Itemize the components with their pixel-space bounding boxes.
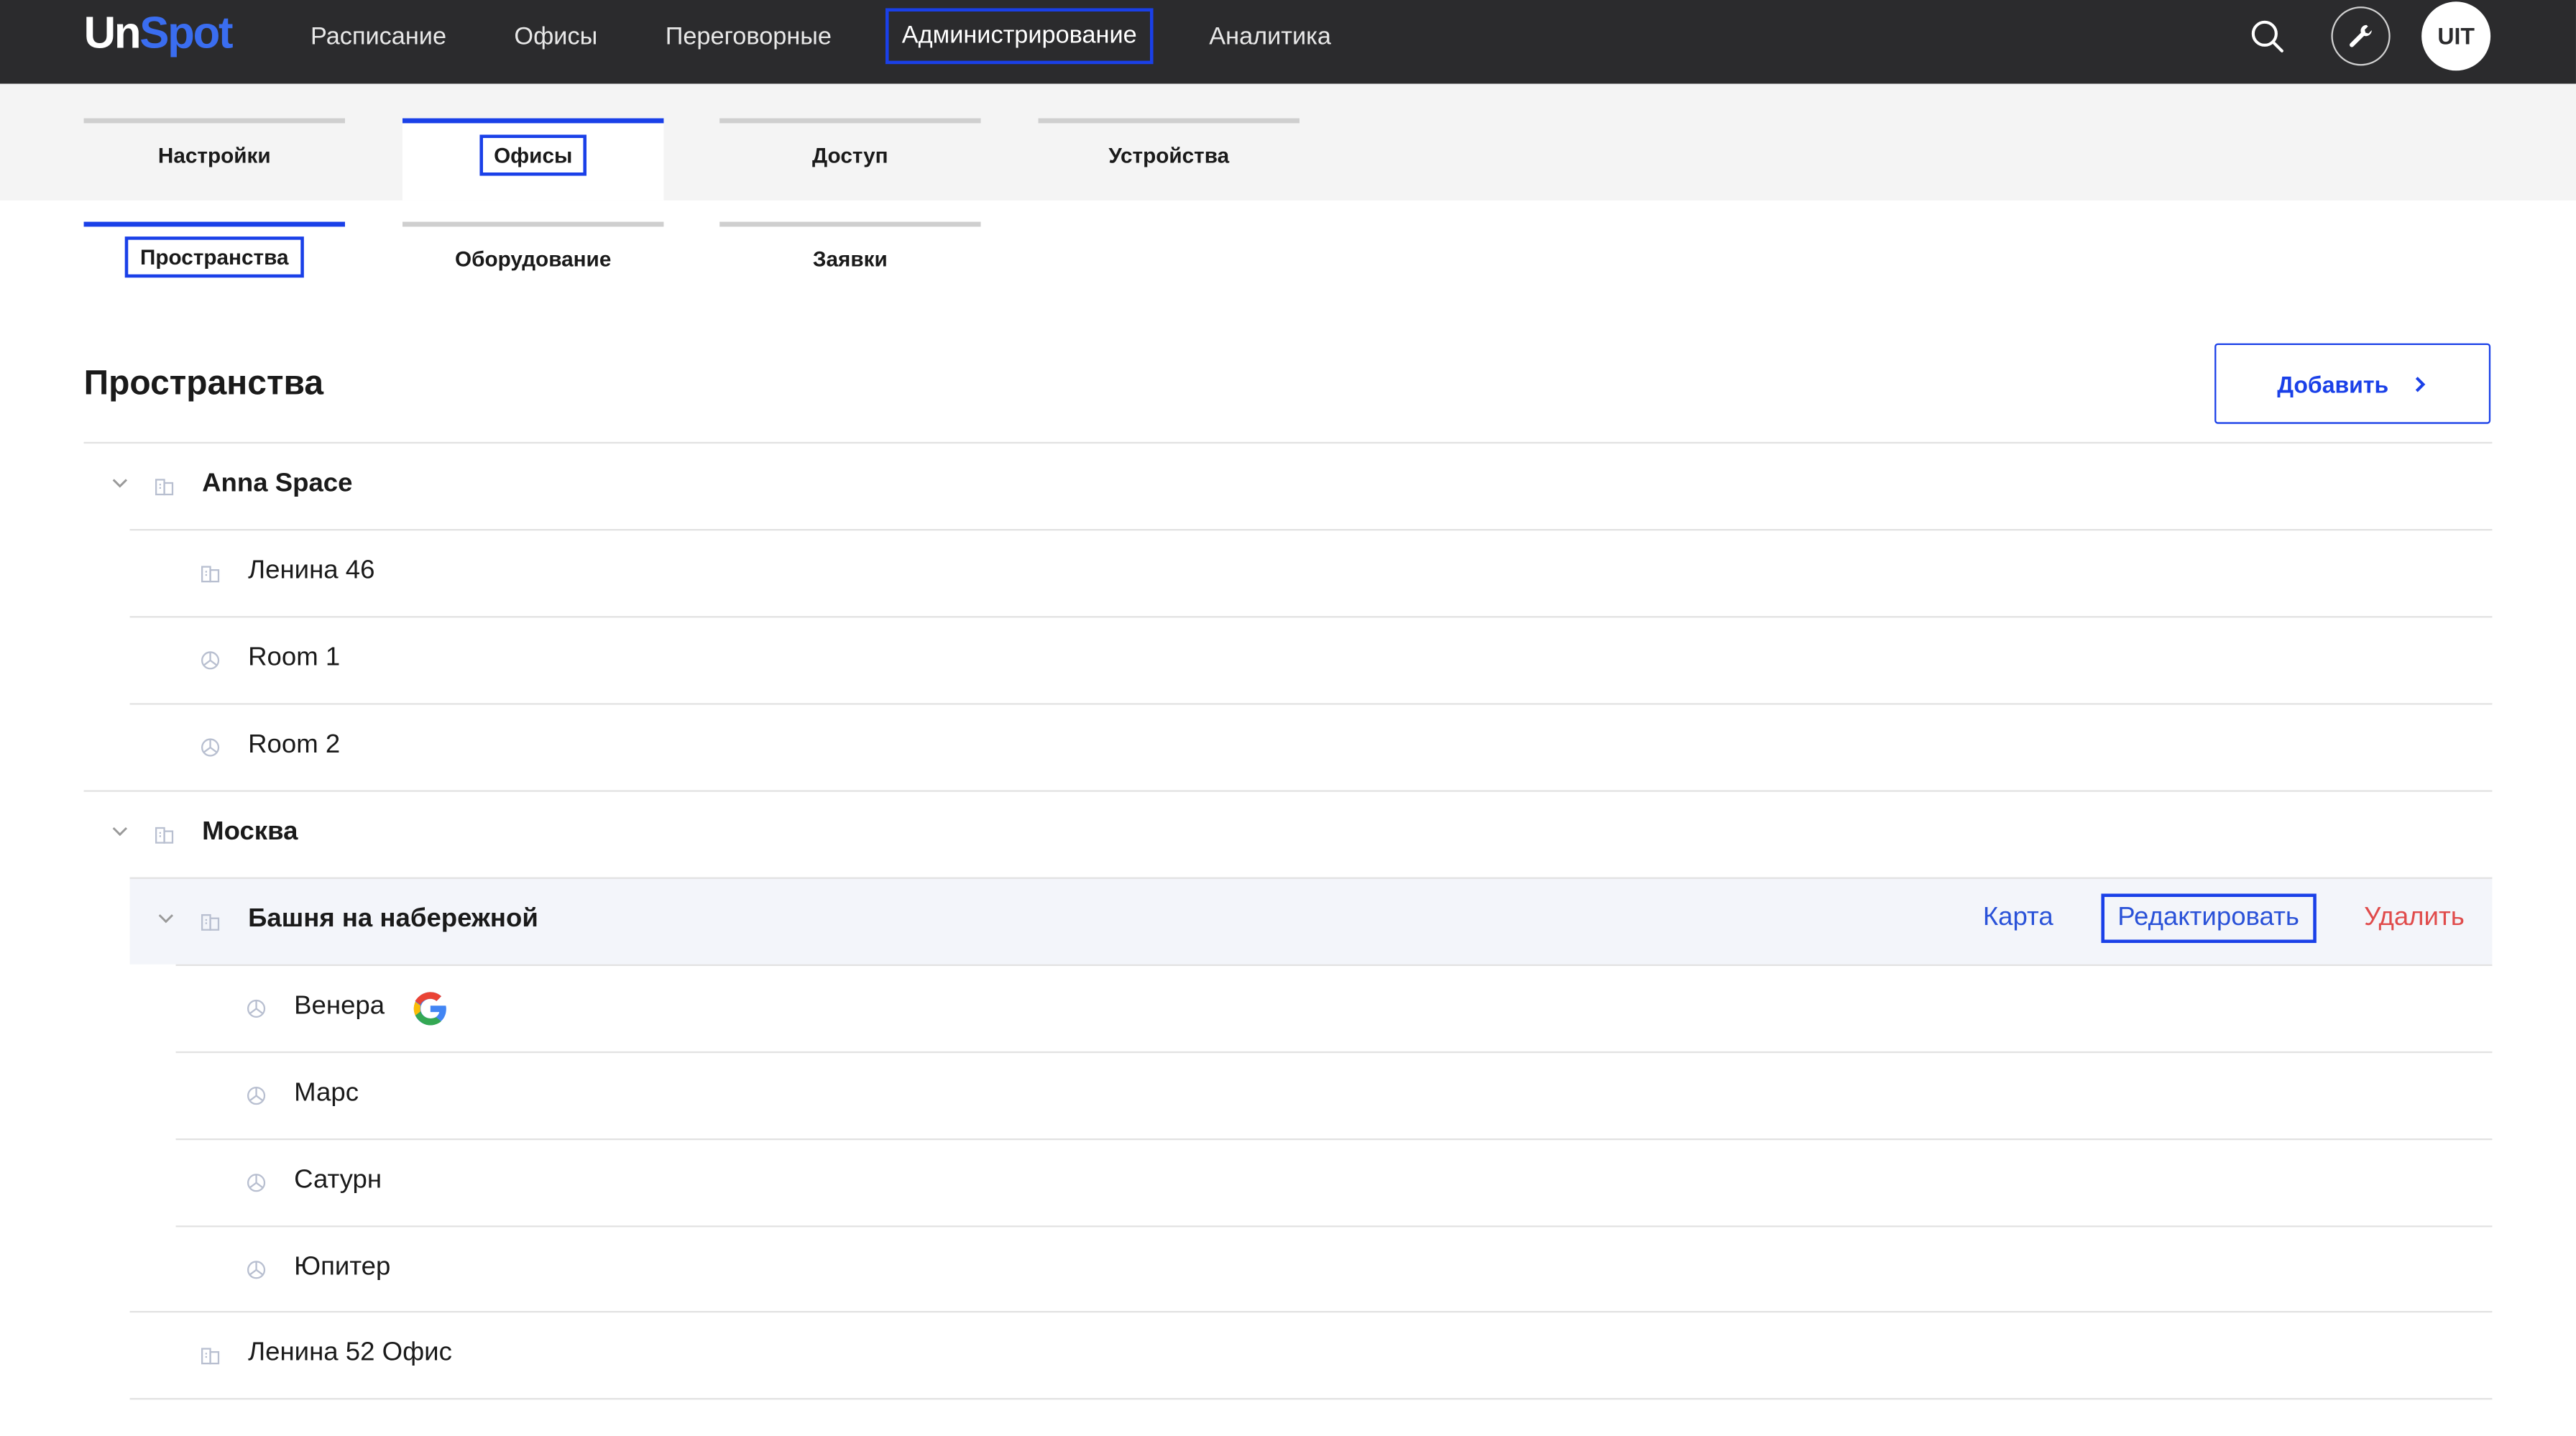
nav-schedule[interactable]: Расписание (310, 23, 446, 51)
tree-label: Ленина 52 Офис (248, 1338, 452, 1367)
room-icon (247, 1086, 266, 1105)
subtab-equipment-label: Оборудование (455, 246, 612, 272)
tab-offices-label: Офисы (479, 134, 587, 176)
tree-row[interactable]: Room 2 (129, 703, 2493, 790)
tab-devices[interactable]: Устройства (1038, 118, 1300, 201)
chevron-right-icon (2415, 376, 2426, 392)
nav-offices[interactable]: Офисы (514, 23, 597, 51)
nav-analytics[interactable]: Аналитика (1209, 23, 1331, 51)
room-icon (247, 999, 266, 1018)
tree-row[interactable]: Сатурн (175, 1138, 2493, 1225)
google-icon (413, 992, 446, 1026)
room-icon (247, 1261, 266, 1279)
tree-row[interactable]: Москва (83, 790, 2493, 877)
chevron-down-icon[interactable] (111, 475, 128, 492)
tab-access[interactable]: Доступ (719, 118, 981, 201)
nav-administration-label: Администрирование (901, 21, 1137, 50)
tree-row[interactable]: Anna Space (83, 441, 2493, 529)
tree-label: Марс (294, 1079, 359, 1108)
tree-label: Башня на набережной (248, 905, 538, 934)
building-icon (155, 827, 174, 844)
tree-label: Room 1 (248, 643, 341, 672)
building-icon (155, 479, 174, 496)
room-icon (201, 651, 220, 670)
tab-devices-label: Устройства (1108, 142, 1230, 168)
tab-offices[interactable]: Офисы (402, 118, 664, 201)
tree-row[interactable]: Ленина 46 (129, 528, 2493, 616)
subtab-requests[interactable]: Заявки (719, 221, 981, 287)
edit-link[interactable]: Редактировать (2101, 893, 2316, 943)
top-bar: UnSpot Расписание Офисы Переговорные Адм… (0, 0, 2576, 84)
logo-un: Un (83, 8, 142, 57)
tab-settings-label: Настройки (157, 142, 271, 168)
building-icon (201, 913, 220, 931)
add-button-label: Добавить (2277, 370, 2389, 397)
map-link[interactable]: Карта (1983, 903, 2053, 933)
tree-row-selected[interactable]: Башня на набережной Карта Редактировать … (129, 877, 2493, 965)
tab-access-label: Доступ (812, 142, 888, 168)
tree-label: Венера (294, 992, 385, 1021)
avatar[interactable]: UIT (2421, 1, 2491, 71)
tree-row[interactable]: Ленина 52 Офис (129, 1310, 2493, 1398)
add-button[interactable]: Добавить (2214, 343, 2491, 424)
tree-row[interactable]: Юпитер (175, 1225, 2493, 1312)
room-icon (201, 738, 220, 757)
subtab-spaces-label: Пространства (125, 236, 304, 278)
wrench-icon[interactable] (2331, 6, 2391, 66)
tree-row[interactable]: Марс (175, 1051, 2493, 1138)
app-root: UnSpot Расписание Офисы Переговорные Адм… (0, 0, 2576, 1436)
subtab-spaces[interactable]: Пространства (83, 221, 345, 287)
subtab-equipment[interactable]: Оборудование (402, 221, 664, 287)
search-icon[interactable] (2237, 6, 2296, 65)
building-icon (201, 566, 220, 583)
chevron-down-icon[interactable] (111, 823, 128, 839)
nav-meeting-rooms[interactable]: Переговорные (666, 23, 832, 51)
building-icon (201, 1348, 220, 1365)
logo[interactable]: UnSpot (83, 8, 234, 59)
tree-label: Ленина 46 (248, 556, 375, 585)
subtab-requests-label: Заявки (812, 246, 888, 272)
tab-settings[interactable]: Настройки (83, 118, 345, 201)
tree-label: Москва (202, 818, 298, 847)
tree-label: Сатурн (294, 1166, 382, 1195)
nav-administration[interactable]: Администрирование (885, 8, 1154, 65)
logo-spot: Spot (139, 8, 233, 57)
page-title: Пространства (83, 364, 324, 402)
tree-row[interactable]: Room 1 (129, 616, 2493, 703)
tree-row-partial (129, 1398, 2493, 1436)
chevron-down-icon[interactable] (157, 910, 174, 926)
tree-label: Room 2 (248, 731, 341, 759)
room-icon (247, 1174, 266, 1192)
tree-row[interactable]: Венера (175, 964, 2493, 1051)
tree-label: Юпитер (294, 1253, 391, 1281)
tree-label: Anna Space (202, 469, 353, 498)
delete-link[interactable]: Удалить (2364, 903, 2465, 933)
